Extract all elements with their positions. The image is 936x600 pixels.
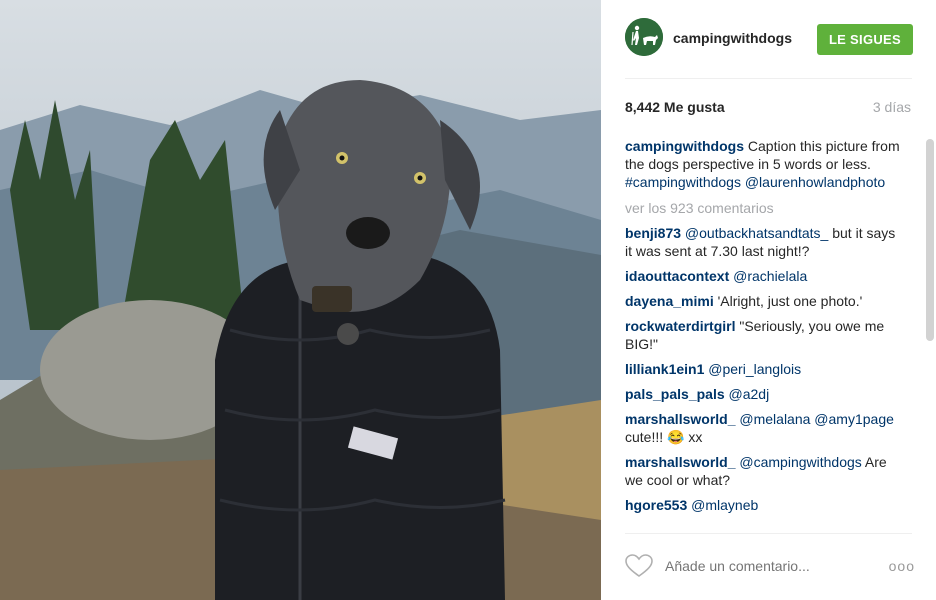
- comment-mention[interactable]: @outbackhatsandtats_: [685, 225, 828, 241]
- avatar[interactable]: [625, 18, 663, 56]
- comment-item: dayena_mimi 'Alright, just one photo.': [625, 292, 905, 310]
- divider: [625, 533, 912, 534]
- comment-item: hgore553 @mlayneb: [625, 496, 905, 514]
- comment-user[interactable]: idaouttacontext: [625, 268, 729, 284]
- like-button[interactable]: [625, 554, 653, 578]
- comment-mention[interactable]: @peri_langlois: [708, 361, 801, 377]
- comment-mention[interactable]: @rachielala: [733, 268, 807, 284]
- comment-mention[interactable]: @campingwithdogs: [739, 454, 861, 470]
- comment-footer: ooo: [625, 552, 915, 582]
- comment-user[interactable]: marshallsworld_: [625, 454, 736, 470]
- caption: campingwithdogs Caption this picture fro…: [625, 137, 905, 191]
- dog-photo-illustration: [0, 0, 601, 600]
- comment-user[interactable]: hgore553: [625, 497, 687, 513]
- comment-item: benji873 @outbackhatsandtats_ but it say…: [625, 224, 905, 260]
- divider: [625, 78, 912, 79]
- more-options-icon[interactable]: ooo: [889, 558, 915, 574]
- comment-user[interactable]: rockwaterdirtgirl: [625, 318, 735, 334]
- post-photo[interactable]: [0, 0, 601, 600]
- heart-icon: [625, 554, 653, 577]
- comment-item: rockwaterdirtgirl "Seriously, you owe me…: [625, 317, 905, 353]
- comment-text: cute!!! 😂 xx: [625, 429, 703, 445]
- follow-button[interactable]: LE SIGUES: [816, 24, 913, 55]
- comment-mention[interactable]: @a2dj: [729, 386, 770, 402]
- comment-user[interactable]: marshallsworld_: [625, 411, 736, 427]
- comment-item: lilliank1ein1 @peri_langlois: [625, 360, 905, 378]
- comment-text: 'Alright, just one photo.': [717, 293, 863, 309]
- caption-tags[interactable]: #campingwithdogs @laurenhowlandphoto: [625, 174, 885, 190]
- comment-mention[interactable]: @mlayneb: [691, 497, 758, 513]
- hiker-dog-logo-icon: [625, 18, 663, 56]
- comment-user[interactable]: pals_pals_pals: [625, 386, 725, 402]
- comments-scrollbar[interactable]: [926, 139, 934, 341]
- comment-user[interactable]: lilliank1ein1: [625, 361, 704, 377]
- post-header: campingwithdogs LE SIGUES: [625, 18, 913, 62]
- caption-user[interactable]: campingwithdogs: [625, 138, 744, 154]
- comment-mention[interactable]: @melalana @amy1page: [739, 411, 894, 427]
- add-comment-input[interactable]: [665, 558, 855, 574]
- comments-list: campingwithdogs Caption this picture fro…: [625, 137, 905, 533]
- comment-item: marshallsworld_ @campingwithdogs Are we …: [625, 453, 905, 489]
- likes-count[interactable]: 8,442 Me gusta: [625, 99, 725, 115]
- post-time[interactable]: 3 días: [873, 99, 911, 115]
- comment-user[interactable]: benji873: [625, 225, 681, 241]
- username[interactable]: campingwithdogs: [673, 30, 792, 46]
- comment-item: pals_pals_pals @a2dj: [625, 385, 905, 403]
- comment-user[interactable]: dayena_mimi: [625, 293, 714, 309]
- post-panel: campingwithdogs LE SIGUES 8,442 Me gusta…: [601, 0, 936, 600]
- comment-item: idaouttacontext @rachielala: [625, 267, 905, 285]
- comment-item: marshallsworld_ @melalana @amy1page cute…: [625, 410, 905, 446]
- view-all-comments-link[interactable]: ver los 923 comentarios: [625, 199, 905, 217]
